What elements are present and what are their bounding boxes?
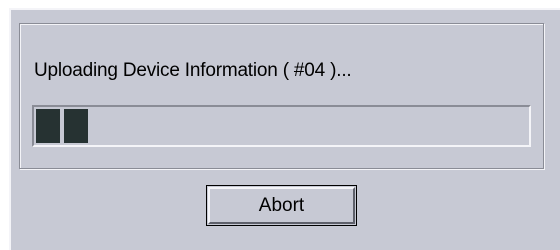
upload-status-text: Uploading Device Information ( #04 )... bbox=[34, 60, 352, 81]
progress-fill bbox=[36, 109, 527, 143]
status-group-box bbox=[19, 23, 544, 169]
abort-button-label: Abort bbox=[208, 187, 355, 224]
upload-progress-bar bbox=[32, 105, 531, 147]
progress-block bbox=[36, 109, 60, 143]
progress-block bbox=[64, 109, 88, 143]
abort-button[interactable]: Abort bbox=[206, 185, 357, 226]
